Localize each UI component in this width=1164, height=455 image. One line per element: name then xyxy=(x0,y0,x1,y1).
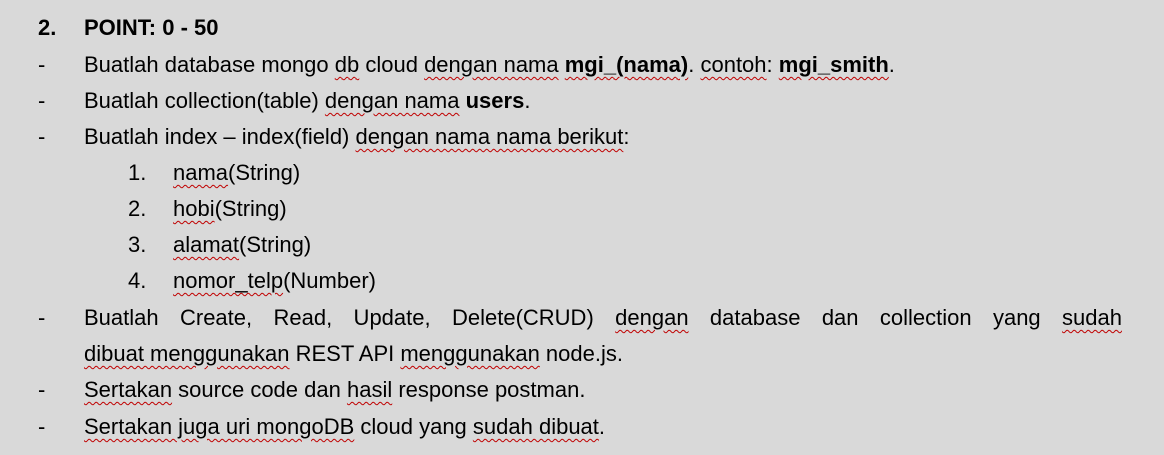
text-run: : xyxy=(623,124,630,149)
database-name-example: mgi_smith xyxy=(778,52,889,77)
text-run: sudah xyxy=(1062,305,1122,330)
text-run: . xyxy=(688,52,701,77)
text-run: cloud yang xyxy=(354,414,473,439)
field-name: nama xyxy=(173,160,229,185)
field-type: (String) xyxy=(239,232,312,257)
text-run: . xyxy=(524,88,531,113)
field-type: (Number) xyxy=(283,268,376,293)
text-run: . xyxy=(598,414,606,439)
field-type: (String) xyxy=(214,196,287,221)
text-run: contoh xyxy=(700,52,767,77)
text-run: menggunakan xyxy=(400,341,540,366)
text-run: source code dan xyxy=(172,377,347,402)
bullet-collection: Buatlah collection(table) dengan nama us… xyxy=(84,84,530,118)
text-run: Buatlah Create, Read, Update, Delete(CRU… xyxy=(84,305,616,330)
text-run: Sertakan juga uri mongoDB xyxy=(84,414,355,439)
text-run: Sertakan xyxy=(84,377,173,402)
field-name: alamat xyxy=(173,232,240,257)
field-item: hobi(String) xyxy=(173,192,287,226)
field-number: 4. xyxy=(128,268,147,293)
text-run: Buatlah collection(table) xyxy=(84,88,325,113)
text-run: REST API xyxy=(289,341,401,366)
bullet-mongodb-uri: Sertakan juga uri mongoDB cloud yang sud… xyxy=(84,410,605,444)
bullet-source-code: Sertakan source code dan hasil response … xyxy=(84,373,585,407)
bullet-dash: - xyxy=(38,52,46,77)
bullet-dash: - xyxy=(38,88,46,113)
text-run: dengan nama nama berikut xyxy=(355,124,624,149)
bullet-crud-line-2: dibuat menggunakan REST API menggunakan … xyxy=(84,337,623,371)
field-item: alamat(String) xyxy=(173,228,311,262)
text-run: : xyxy=(766,52,779,77)
bullet-crud-line-1: Buatlah Create, Read, Update, Delete(CRU… xyxy=(84,301,1122,335)
text-run: db xyxy=(334,52,360,77)
text-run: dibuat menggunakan xyxy=(84,341,290,366)
field-number: 1. xyxy=(128,160,147,185)
bullet-dash: - xyxy=(38,414,46,439)
text-run: dengan xyxy=(615,305,689,330)
text-run: dengan nama xyxy=(424,52,559,77)
field-number: 3. xyxy=(128,232,147,257)
section-number: 2. xyxy=(38,15,57,40)
field-item: nomor_telp(Number) xyxy=(173,264,376,298)
text-run: node.js. xyxy=(539,341,623,366)
bullet-index: Buatlah index – index(field) dengan nama… xyxy=(84,120,629,154)
bullet-database: Buatlah database mongo db cloud dengan n… xyxy=(84,48,895,82)
text-run: response postman. xyxy=(392,377,586,402)
section-title: POINT: 0 - 50 xyxy=(84,15,219,40)
bullet-dash: - xyxy=(38,377,46,402)
section-heading: 2. POINT: 0 - 50 xyxy=(38,12,218,44)
document-page: 2. POINT: 0 - 50 - Buatlah database mongo… xyxy=(0,0,1164,455)
text-run: Buatlah database mongo xyxy=(84,52,335,77)
text-run: . xyxy=(888,52,895,77)
field-name: hobi xyxy=(173,196,215,221)
text-run: hasil xyxy=(346,377,393,402)
bullet-dash: - xyxy=(38,305,46,330)
text-run: sudah dibuat xyxy=(472,414,599,439)
text-run: dengan nama xyxy=(324,88,460,113)
bullet-dash: - xyxy=(38,124,46,149)
text-run: cloud xyxy=(359,52,425,77)
field-type: (String) xyxy=(228,160,301,185)
text-run: Buatlah index – index(field) xyxy=(84,124,356,149)
database-name-pattern: mgi_(nama) xyxy=(564,52,689,77)
collection-name: users xyxy=(465,88,525,113)
text-run: database dan collection yang xyxy=(688,305,1063,330)
field-item: nama(String) xyxy=(173,156,300,190)
field-number: 2. xyxy=(128,196,147,221)
field-name: nomor_telp xyxy=(173,268,284,293)
